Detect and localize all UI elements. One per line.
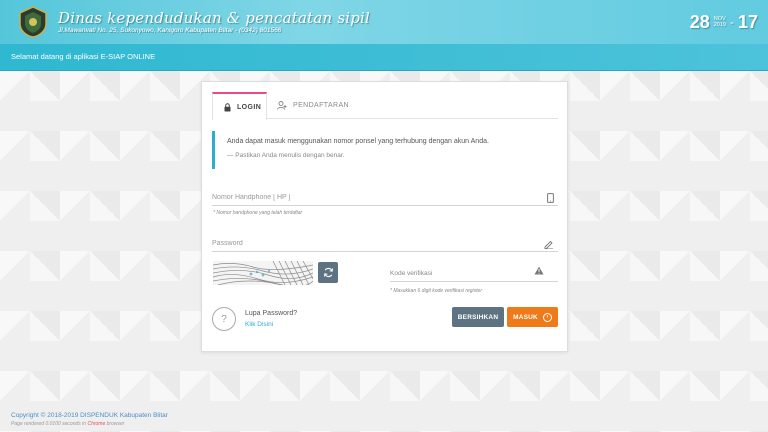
login-button[interactable]: MASUK › — [507, 307, 558, 327]
tab-pendaftaran[interactable]: PENDAFTARAN — [277, 92, 349, 119]
captcha-image — [213, 261, 313, 285]
info-callout: Anda dapat masuk menggunakan nomor ponse… — [212, 131, 558, 169]
phone-input[interactable] — [212, 188, 532, 207]
org-address: Jl.Mawarwati No. 25, Sukonyowo, Kanigoro… — [58, 27, 282, 34]
tab-pendaftaran-label: PENDAFTARAN — [293, 102, 349, 109]
forgot-password-link[interactable]: Klik Disini — [245, 321, 273, 328]
footer-render-info: Page rendered 0.0100 seconds in Chrome b… — [11, 421, 168, 427]
clock-month-year: NOV 2019 — [714, 16, 726, 29]
phone-field — [212, 186, 558, 208]
warning-icon — [534, 262, 544, 279]
clock-separator: - — [729, 15, 734, 29]
footer-render-prefix: Page rendered 0.0100 seconds in — [11, 421, 87, 427]
user-add-icon — [277, 101, 287, 110]
forgot-password-title: Lupa Password? — [245, 310, 298, 317]
info-note: — Pastikan Anda menulis dengan benar. — [227, 152, 345, 159]
kode-verifikasi-field — [390, 262, 558, 283]
password-field — [212, 232, 558, 254]
header-clock: 28 NOV 2019 - 17 — [690, 11, 758, 33]
footer-render-browser: Chrome — [87, 421, 106, 427]
app-header: Dinas kependudukan & pencatatan sipil Jl… — [0, 0, 768, 44]
pencil-icon — [544, 236, 554, 254]
tab-login[interactable]: LOGIN — [212, 92, 267, 120]
auth-tabs: LOGIN PENDAFTARAN — [212, 92, 558, 120]
footer-render-suffix: browser — [106, 421, 125, 427]
phone-hint: * Nomor handphone yang telah terdaftar — [213, 210, 303, 216]
welcome-bar: Selamat datang di aplikasi E-SIAP ONLINE — [0, 44, 768, 71]
clock-hour: 17 — [737, 11, 758, 32]
org-title: Dinas kependudukan & pencatatan sipil — [58, 9, 371, 27]
question-icon: ? — [212, 307, 236, 331]
tab-login-label: LOGIN — [237, 103, 262, 111]
footer-copyright: Copyright © 2018-2019 DISPENDUK Kabupate… — [11, 412, 168, 419]
login-button-label: MASUK — [513, 313, 538, 321]
clock-year: 2019 — [713, 22, 726, 28]
kode-verifikasi-input[interactable] — [390, 264, 530, 283]
clear-button[interactable]: BERSIHKAN — [452, 307, 504, 327]
clock-day: 28 — [689, 11, 710, 32]
refresh-captcha-button[interactable] — [318, 262, 338, 283]
info-text: Anda dapat masuk menggunakan nomor ponse… — [227, 138, 489, 145]
kode-hint: * Masukkan 6 digit kode verifikasi regis… — [390, 288, 482, 294]
refresh-icon — [323, 267, 333, 278]
lock-icon — [224, 102, 231, 111]
arrow-right-circle-icon: › — [542, 312, 552, 322]
welcome-text: Selamat datang di aplikasi E-SIAP ONLINE — [11, 52, 156, 61]
password-input[interactable] — [212, 234, 532, 253]
login-card: LOGIN PENDAFTARAN Anda dapat masuk mengg… — [201, 81, 568, 352]
mobile-phone-icon — [547, 190, 554, 208]
regency-logo — [18, 6, 48, 38]
page-footer: Copyright © 2018-2019 DISPENDUK Kabupate… — [11, 412, 168, 427]
